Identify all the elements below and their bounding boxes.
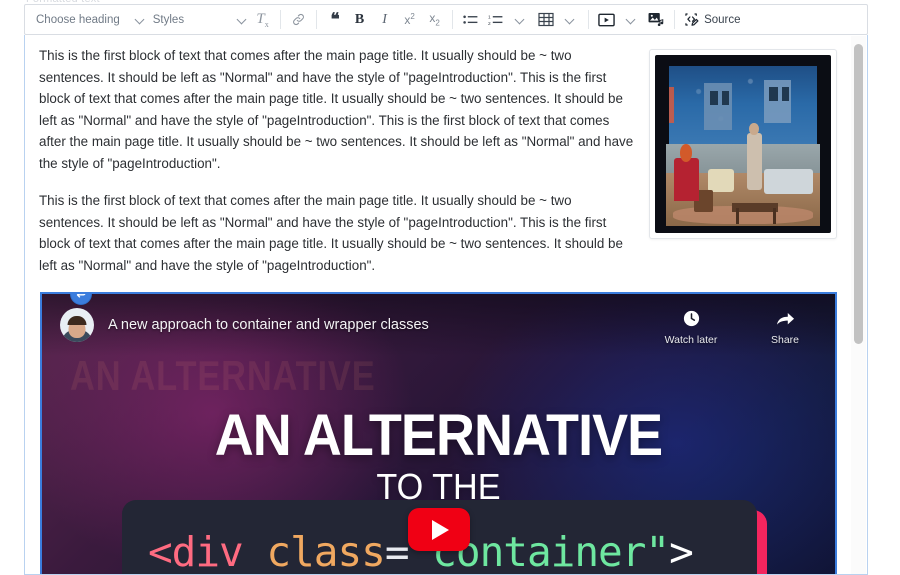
code-attribute: class [242, 528, 385, 575]
remove-format-button[interactable]: Tx [250, 7, 275, 32]
heading-dropdown[interactable]: Choose heading [31, 7, 148, 32]
editor-toolbar: Choose heading Styles Tx ❝ B I x2 x2 1 2… [24, 4, 868, 35]
chevron-down-icon [136, 15, 145, 24]
svg-text:2: 2 [488, 20, 491, 26]
chevron-down-icon [566, 15, 575, 24]
video-thumbnail[interactable]: AN ALTERNATIVE A new approach to contain… [42, 294, 835, 575]
editor-scrollbar-track[interactable] [851, 36, 866, 574]
table-dropdown[interactable] [558, 7, 583, 32]
styles-dropdown[interactable]: Styles [148, 7, 250, 32]
code-tag-open: <div [148, 528, 244, 575]
superscript-button[interactable]: x2 [397, 7, 422, 32]
italic-button[interactable]: I [372, 7, 397, 32]
toolbar-separator [280, 10, 282, 29]
toolbar-separator [452, 10, 454, 29]
superscript-icon: x2 [404, 12, 415, 27]
channel-avatar[interactable] [60, 308, 94, 342]
thumbnail-headline: AN ALTERNATIVE [214, 403, 663, 468]
source-icon [684, 12, 700, 27]
remove-format-icon: Tx [256, 10, 269, 29]
editor-screen: Formatted text Choose heading Styles Tx [0, 0, 900, 575]
subscript-icon: x2 [429, 11, 440, 28]
share-arrow-icon [775, 309, 796, 329]
toolbar-separator [316, 10, 318, 29]
numbered-list-button[interactable]: 1 2 [483, 7, 508, 32]
chevron-down-icon [627, 15, 636, 24]
code-tag-close: > [669, 528, 694, 575]
media-library-icon [648, 12, 665, 27]
toolbar-separator [588, 10, 590, 29]
bulleted-list-icon [462, 13, 479, 27]
media-embed-dropdown[interactable] [619, 7, 644, 32]
link-button[interactable] [286, 7, 311, 32]
stage-photo-image [655, 55, 831, 233]
svg-text:1: 1 [488, 14, 491, 20]
numbered-list-dropdown[interactable] [508, 7, 533, 32]
editor-editable-area[interactable]: This is the first block of text that com… [24, 35, 868, 575]
play-button[interactable] [407, 508, 470, 551]
inline-image-figure[interactable] [649, 49, 837, 239]
toolbar-separator [674, 10, 676, 29]
italic-icon: I [382, 11, 387, 27]
media-library-button[interactable] [644, 7, 669, 32]
bold-icon: B [354, 11, 365, 27]
bulleted-list-button[interactable] [458, 7, 483, 32]
table-button[interactable] [533, 7, 558, 32]
styles-dropdown-label: Styles [152, 13, 185, 26]
source-button[interactable]: Source [680, 7, 744, 32]
code-equals: = [384, 528, 410, 575]
play-triangle-icon [432, 519, 449, 540]
video-title[interactable]: A new approach to container and wrapper … [108, 317, 429, 333]
watch-later-label: Watch later [664, 333, 718, 346]
chevron-down-icon [516, 15, 525, 24]
editor-scrollbar-thumb[interactable] [854, 44, 863, 344]
quote-icon: ❝ [330, 10, 340, 29]
table-icon [537, 12, 554, 27]
editor-content[interactable]: This is the first block of text that com… [25, 35, 851, 575]
link-icon [291, 12, 306, 27]
share-button[interactable]: Share [753, 309, 817, 346]
bold-button[interactable]: B [347, 7, 372, 32]
share-label: Share [770, 333, 800, 346]
source-label: Source [704, 13, 741, 26]
watch-later-button[interactable]: Watch later [659, 309, 723, 346]
media-embed-icon [598, 13, 615, 27]
heading-dropdown-label: Choose heading [36, 13, 120, 26]
media-embed-button[interactable] [594, 7, 619, 32]
video-actions: Watch later Share [659, 305, 817, 346]
return-arrow-icon [75, 294, 87, 300]
numbered-list-icon: 1 2 [488, 13, 504, 27]
subscript-button[interactable]: x2 [422, 7, 447, 32]
chevron-down-icon [238, 15, 247, 24]
clock-icon [682, 309, 701, 329]
block-quote-button[interactable]: ❝ [322, 7, 347, 32]
video-embed-widget[interactable]: AN ALTERNATIVE A new approach to contain… [40, 292, 837, 575]
thumbnail-ghost-text: AN ALTERNATIVE [70, 352, 376, 399]
video-top-bar: A new approach to container and wrapper … [42, 294, 835, 356]
